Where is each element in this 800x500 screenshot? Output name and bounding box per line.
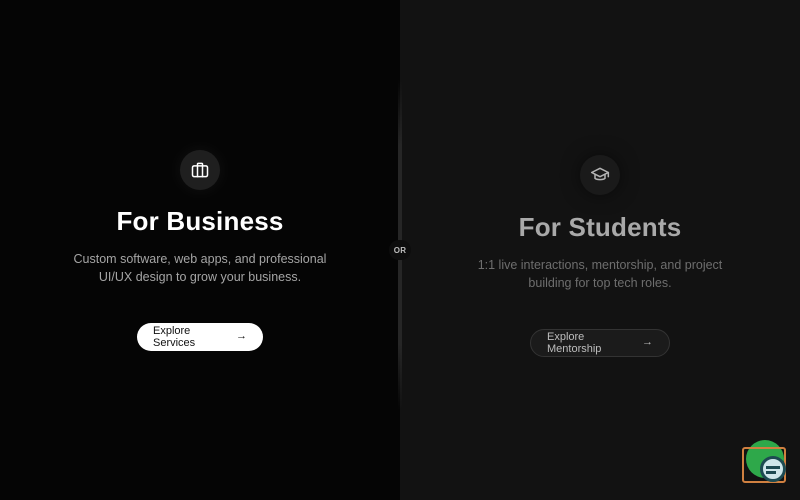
- students-description: 1:1 live interactions, mentorship, and p…: [477, 258, 723, 290]
- students-icon-badge: [580, 155, 620, 195]
- business-description: Custom software, web apps, and professio…: [73, 252, 327, 284]
- or-badge: OR: [389, 240, 411, 260]
- explore-services-button[interactable]: Explore Services →: [137, 322, 263, 351]
- arrow-right-icon: →: [642, 336, 653, 348]
- students-panel: For Students 1:1 live interactions, ment…: [400, 0, 800, 500]
- audience-split: For Business Custom software, web apps, …: [0, 0, 800, 500]
- graduation-cap-icon: [590, 167, 610, 181]
- briefcase-icon: [191, 162, 209, 178]
- magnifier-icon: [760, 456, 786, 482]
- arrow-right-icon: →: [236, 330, 247, 342]
- students-title: For Students: [518, 212, 682, 242]
- business-title: For Business: [116, 206, 284, 236]
- explore-services-label: Explore Services: [153, 324, 196, 349]
- business-icon-badge: [180, 150, 220, 190]
- business-panel: For Business Custom software, web apps, …: [0, 0, 400, 500]
- floating-widget[interactable]: [742, 440, 790, 486]
- explore-mentorship-button[interactable]: Explore Mentorship →: [530, 328, 670, 357]
- explore-mentorship-label: Explore Mentorship: [547, 330, 602, 355]
